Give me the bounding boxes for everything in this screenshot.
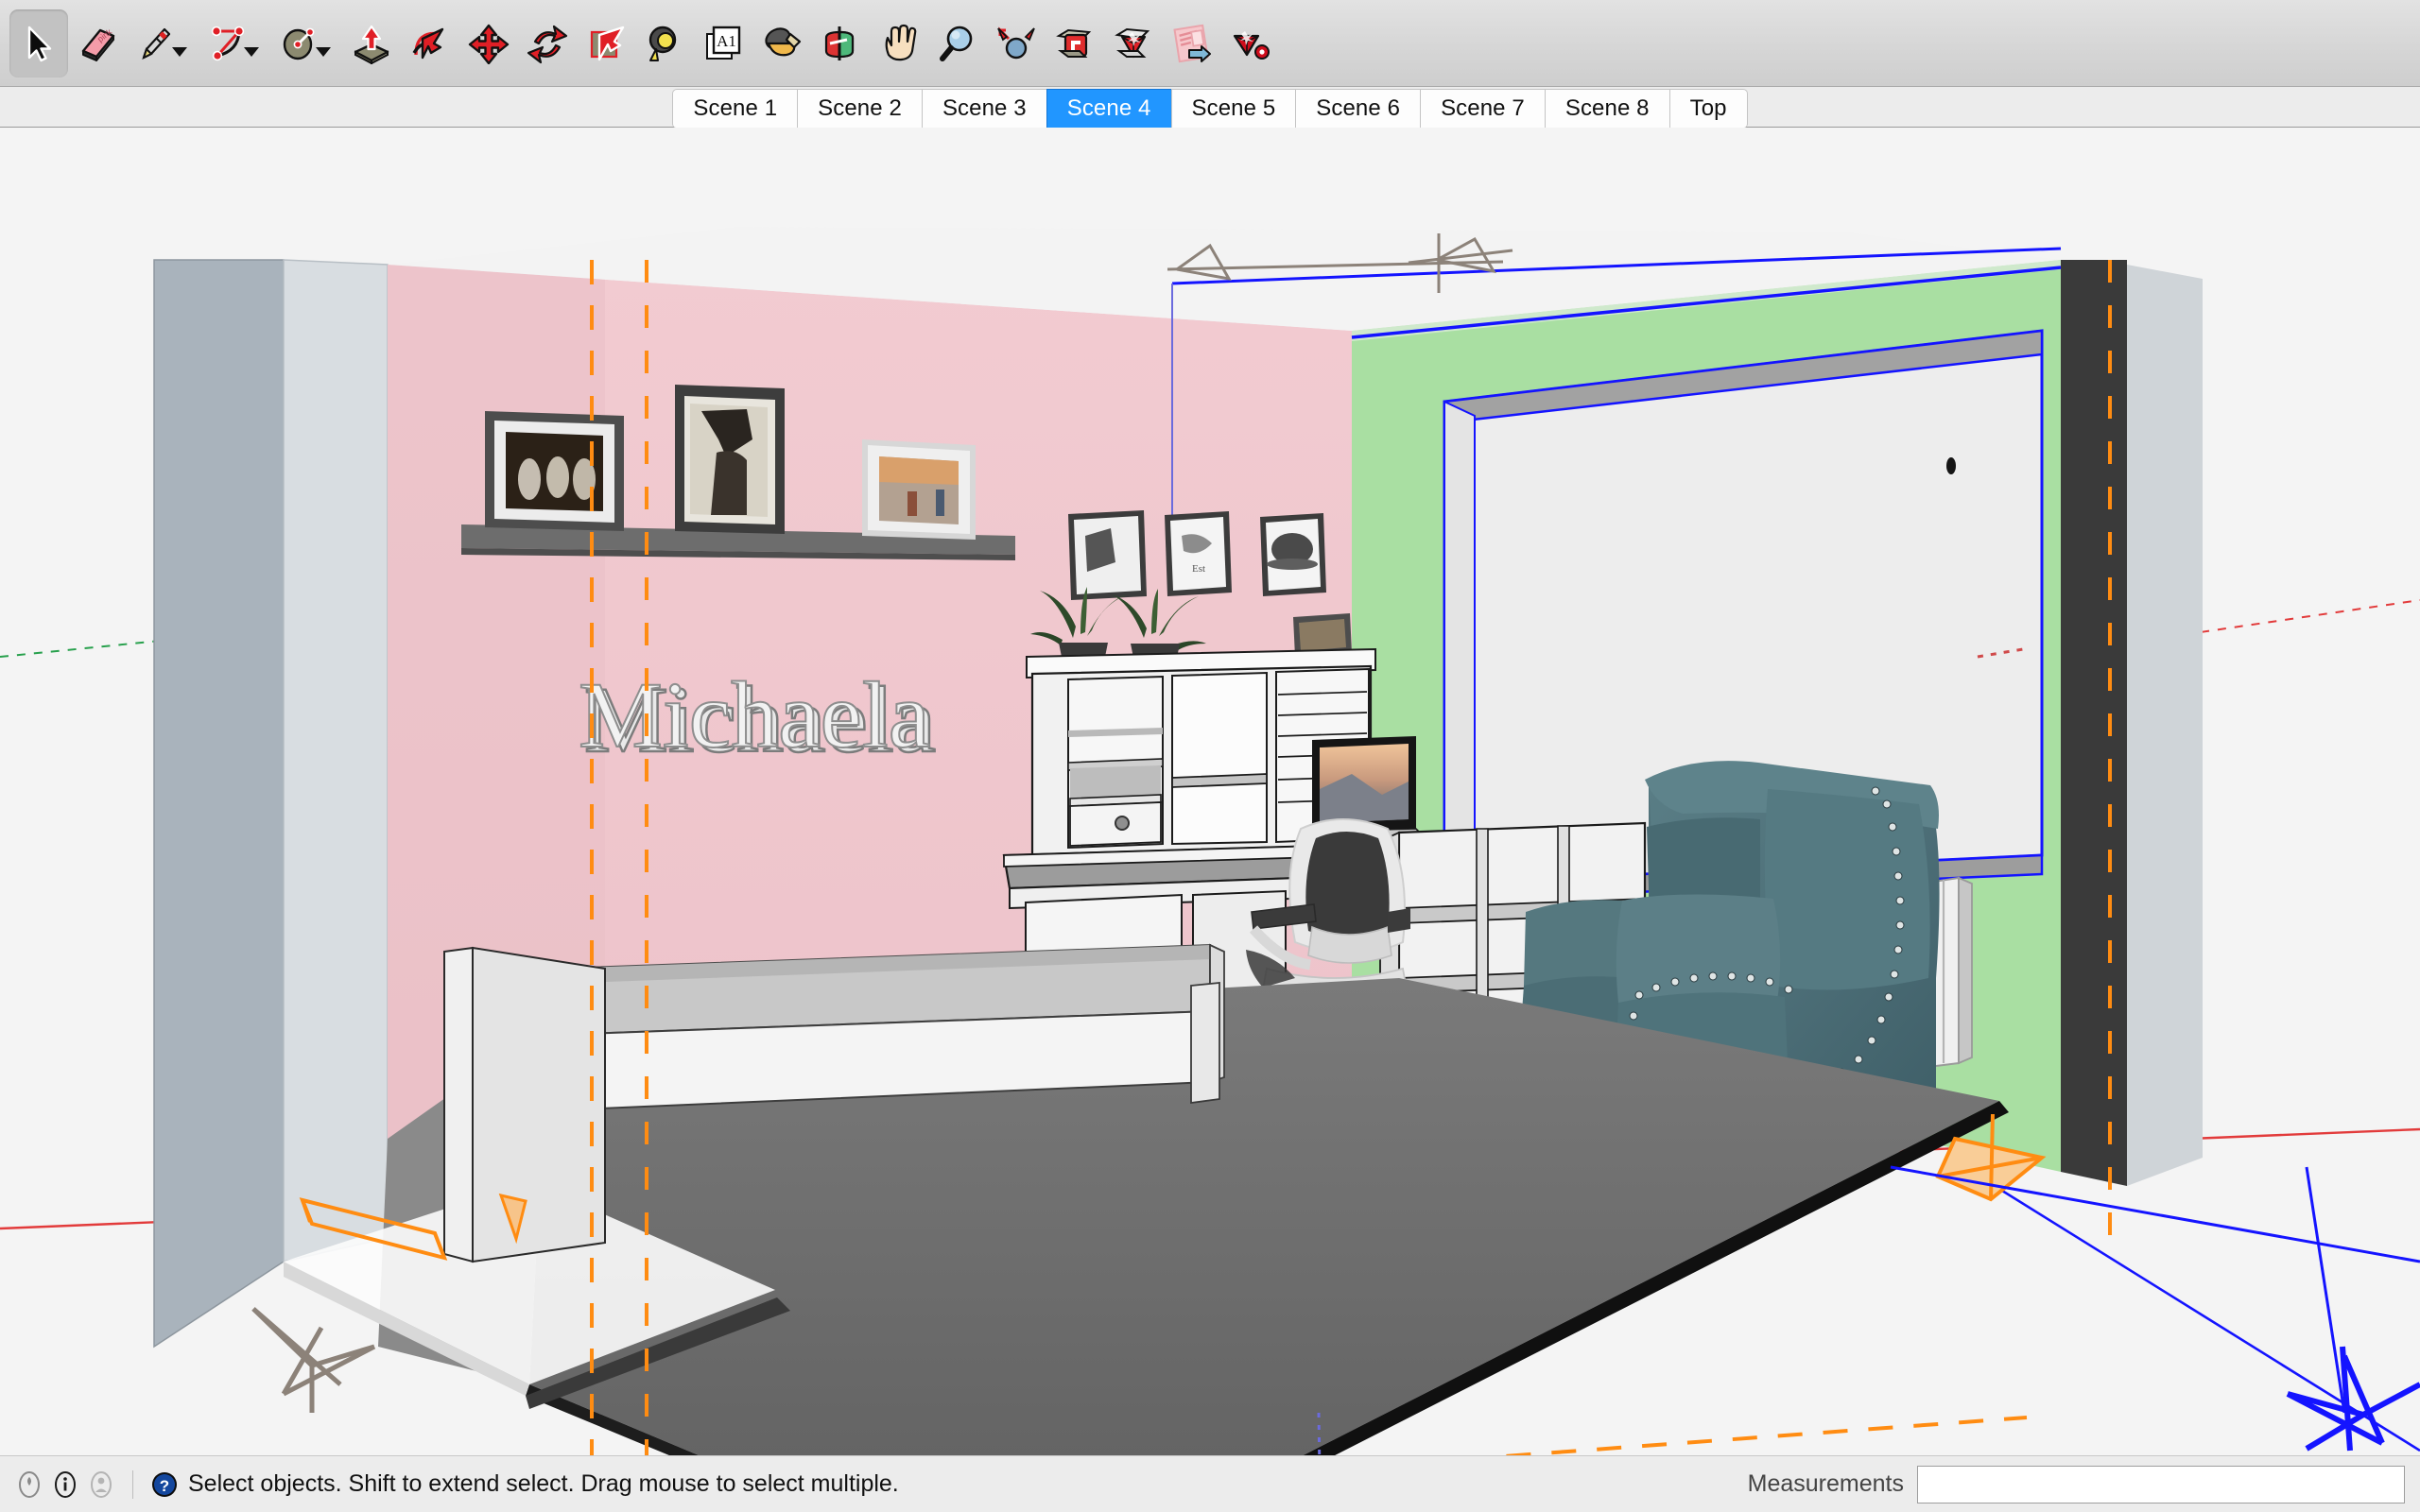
person-icon[interactable] (87, 1470, 115, 1499)
status-divider (132, 1469, 133, 1499)
zoom-tool[interactable] (928, 9, 987, 77)
chevron-down-icon[interactable] (172, 46, 187, 57)
small-wall-prints[interactable]: Est (1068, 510, 1326, 600)
3d-warehouse-tool[interactable] (1046, 9, 1104, 77)
move-tool[interactable] (459, 9, 518, 77)
model-viewport[interactable]: Michaela Michaela Est (0, 128, 2420, 1455)
rotate-tool[interactable] (518, 9, 577, 77)
line-tool[interactable] (127, 9, 187, 77)
svg-text:Est: Est (1192, 563, 1205, 575)
measurements-label: Measurements (1747, 1470, 1904, 1497)
framed-photo-2[interactable] (675, 385, 785, 534)
measurements-input[interactable] (1917, 1465, 2405, 1503)
wall-name-letters[interactable]: Michaela Michaela (578, 662, 937, 773)
chevron-down-icon[interactable] (316, 46, 331, 57)
pan-tool[interactable] (870, 9, 928, 77)
status-message: Select objects. Shift to extend select. … (188, 1470, 899, 1497)
chevron-down-icon[interactable] (244, 46, 259, 57)
svg-text:Michaela: Michaela (579, 662, 930, 767)
framed-photo-1[interactable] (485, 411, 624, 531)
status-icons: ? (15, 1469, 179, 1499)
ruby-console-tool[interactable] (1221, 9, 1280, 77)
section-plane-tool[interactable] (811, 9, 870, 77)
scene-tab-5[interactable]: Scene 5 (1170, 89, 1296, 128)
main-toolbar: pink A1 (0, 0, 2420, 87)
framed-photo-3[interactable] (862, 439, 976, 540)
scale-tool[interactable] (577, 9, 635, 77)
scene-tab-9[interactable]: Top (1668, 89, 1748, 128)
dimension-tool[interactable]: A1 (694, 9, 752, 77)
scene-tab-6[interactable]: Scene 6 (1295, 89, 1421, 128)
scene-tab-2[interactable]: Scene 2 (797, 89, 922, 128)
zoom-extents-tool[interactable] (987, 9, 1046, 77)
svg-text:?: ? (160, 1477, 169, 1495)
location-pin-icon[interactable] (15, 1470, 43, 1499)
arc-tool[interactable] (199, 9, 259, 77)
pushpull-tool[interactable] (342, 9, 401, 77)
help-question-icon[interactable]: ? (150, 1470, 179, 1499)
model-scene: Michaela Michaela Est (0, 128, 2420, 1455)
measurements-box: Measurements (1747, 1465, 2405, 1503)
info-icon[interactable] (51, 1470, 79, 1499)
scene-tab-3[interactable]: Scene 3 (921, 89, 1046, 128)
eraser-tool[interactable]: pink (68, 9, 127, 77)
scene-tabs: Scene 1 Scene 2 Scene 3 Scene 4 Scene 5 Scene… (672, 89, 1748, 128)
scene-tab-4[interactable]: Scene 4 (1046, 89, 1171, 128)
layout-tool[interactable] (1163, 9, 1221, 77)
scene-tab-7[interactable]: Scene 7 (1420, 89, 1545, 128)
svg-text:A1: A1 (717, 32, 736, 50)
tape-measure-tool[interactable] (635, 9, 694, 77)
scene-tab-8[interactable]: Scene 8 (1544, 89, 1669, 128)
paint-bucket-tool[interactable] (752, 9, 811, 77)
extension-warehouse-tool[interactable] (1104, 9, 1163, 77)
circle-tool[interactable] (270, 9, 331, 77)
scene-tab-bar: Scene 1 Scene 2 Scene 3 Scene 4 Scene 5 Scene… (0, 87, 2420, 128)
scene-tab-1[interactable]: Scene 1 (672, 89, 798, 128)
sketchup-window: pink A1 Scene 1 Scene 2 Scene 3 Scene 4 … (0, 0, 2420, 1512)
select-tool[interactable] (9, 9, 68, 77)
followme-tool[interactable] (401, 9, 459, 77)
status-bar: ? Select objects. Shift to extend select… (0, 1455, 2420, 1512)
